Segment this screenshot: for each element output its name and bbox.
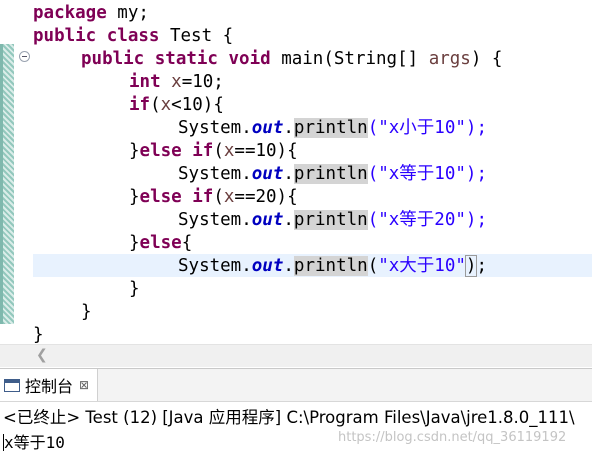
console-terminated-status: <已终止> Test (12) [Java 应用程序] C:\Program F… — [3, 408, 575, 427]
code-editor[interactable]: package my; public class Test { public s… — [0, 0, 592, 344]
code-line-5: if(x<10){ — [129, 95, 224, 115]
close-icon[interactable]: ⊠ — [79, 378, 89, 392]
fold-collapse-icon[interactable] — [19, 51, 30, 62]
tab-console[interactable]: 控制台 ⊠ — [0, 369, 99, 401]
code-line-12: System.out.println("x大于10"); — [178, 255, 488, 277]
scroll-left-icon[interactable]: ❮ — [36, 345, 48, 365]
code-line-4: int x=10; — [129, 72, 224, 92]
tab-console-label: 控制台 — [25, 377, 74, 396]
console-view-tabbar: 控制台 ⊠ — [0, 368, 592, 402]
code-line-13: } — [129, 279, 140, 299]
code-line-11: }else{ — [129, 233, 193, 253]
editor-horizontal-scrollbar[interactable]: ❮ — [0, 344, 592, 367]
code-line-6: System.out.println("x小于10"); — [178, 118, 487, 138]
quick-diff-bar — [3, 44, 14, 324]
code-line-3: public static void main(String[] args) { — [81, 49, 503, 69]
code-line-14: } — [81, 302, 92, 322]
console-icon — [4, 378, 20, 392]
code-line-7: }else if(x==10){ — [129, 141, 298, 161]
code-line-9: }else if(x==20){ — [129, 187, 298, 207]
code-line-8: System.out.println("x等于10"); — [178, 164, 487, 184]
code-line-15: } — [33, 325, 44, 344]
watermark: https://blog.csdn.net/qq_36119192 — [338, 430, 567, 445]
console-output-text: x等于10 — [4, 433, 65, 452]
code-line-1: package my; — [33, 3, 149, 23]
console-output[interactable]: x等于10 — [3, 429, 65, 453]
code-line-2: public class Test { — [33, 26, 234, 46]
code-line-10: System.out.println("x等于20"); — [178, 210, 487, 230]
